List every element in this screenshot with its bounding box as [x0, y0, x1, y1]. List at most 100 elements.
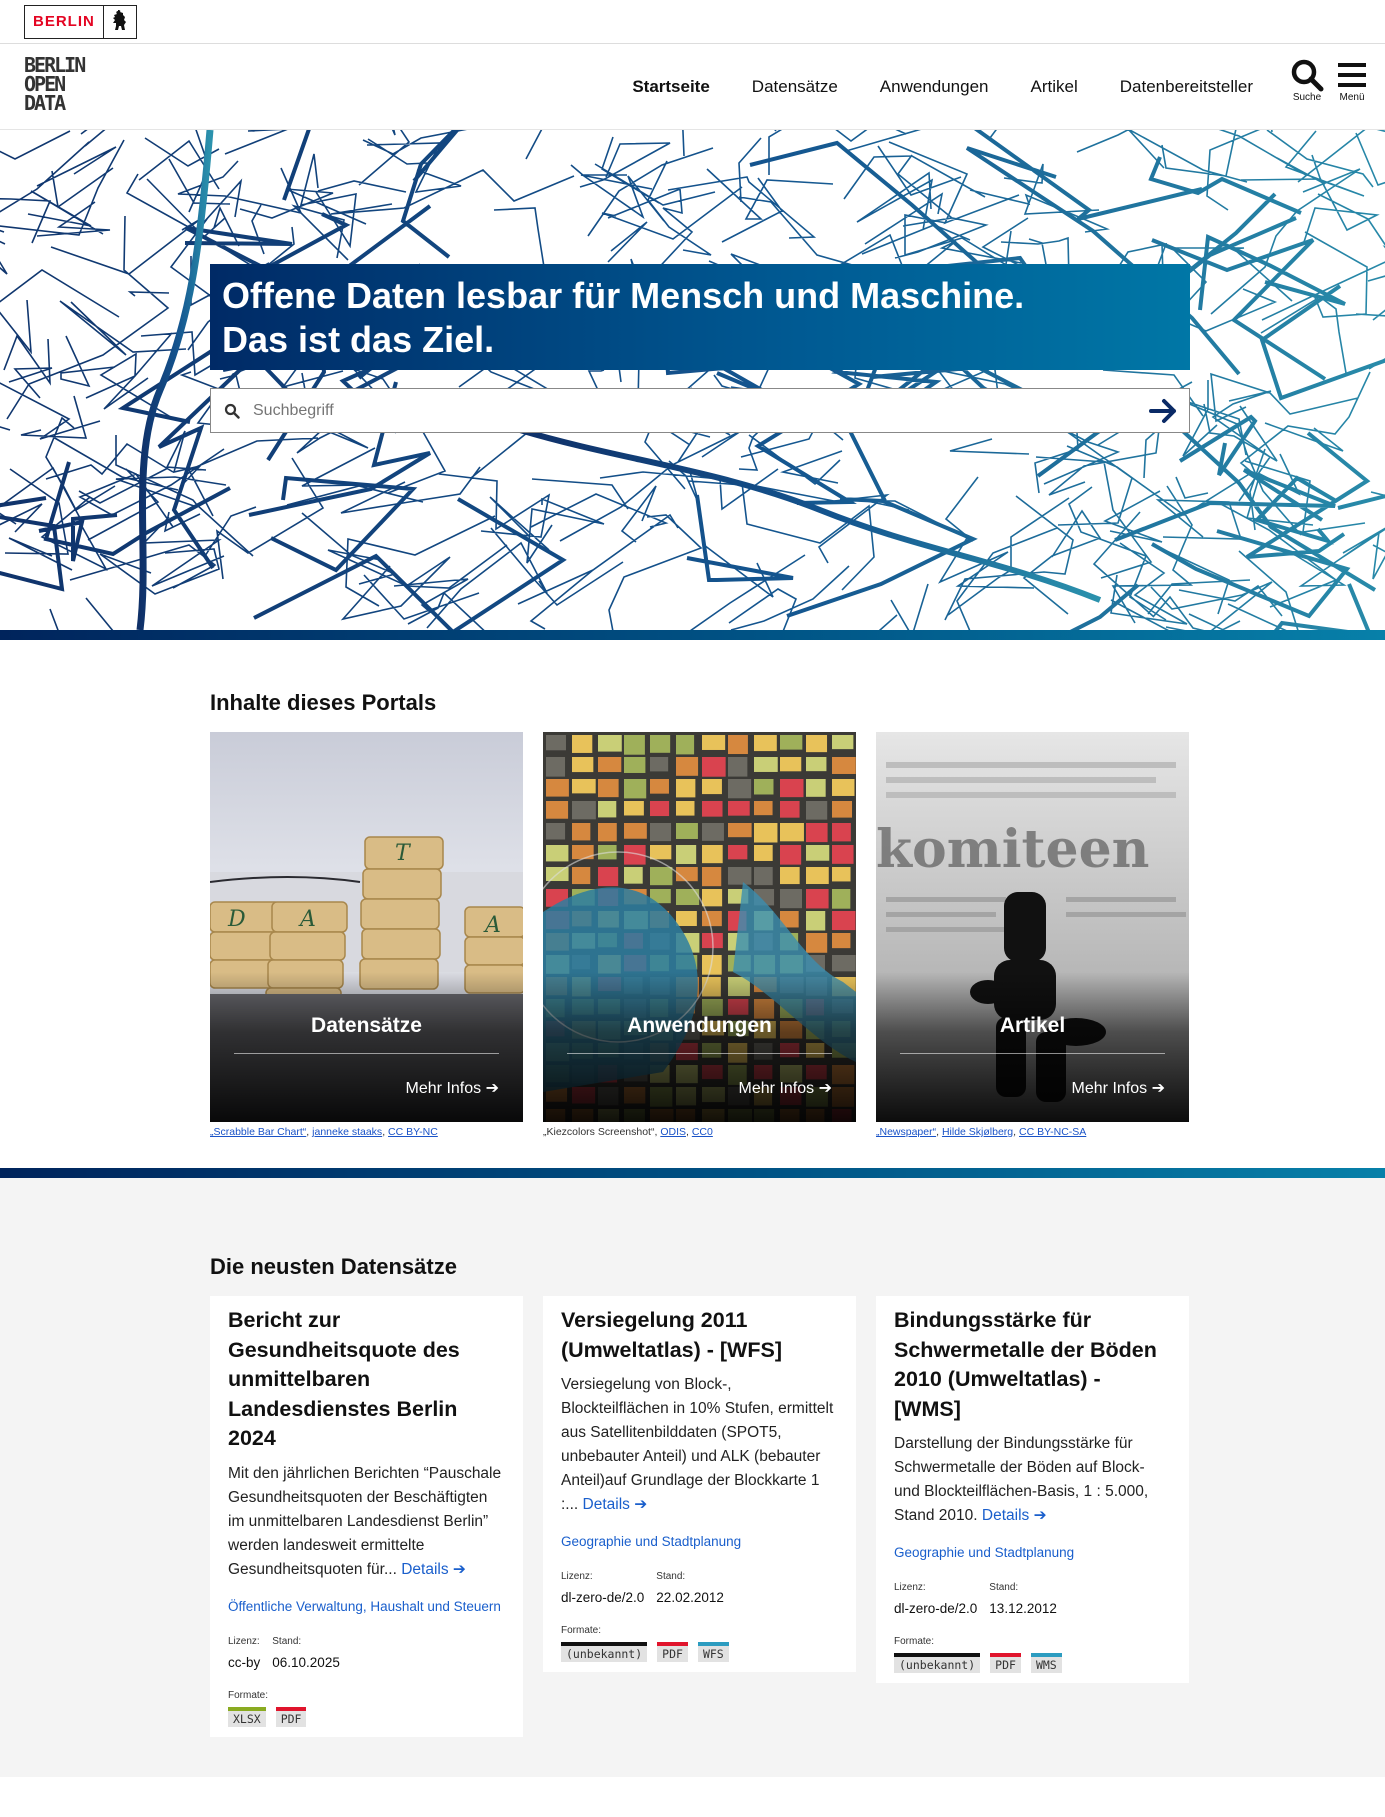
tile-more-link[interactable]: Mehr Infos ➔: [1072, 1078, 1165, 1098]
license-label: Lizenz:: [228, 1635, 260, 1647]
svg-text:T: T: [395, 841, 412, 866]
hero-title: Offene Daten lesbar für Mensch und Masch…: [210, 264, 1190, 370]
license-label: Lizenz:: [894, 1582, 926, 1593]
tile-more-link[interactable]: Mehr Infos ➔: [406, 1078, 499, 1098]
dataset-card: Bindungsstärke für Schwermetalle der Böd…: [876, 1296, 1189, 1683]
format-badge[interactable]: PDF: [990, 1653, 1021, 1673]
arrow-right-icon: [1149, 398, 1176, 423]
berlin-logo-text: BERLIN: [25, 5, 104, 38]
latest-heading: Die neusten Datensätze: [210, 1254, 457, 1279]
dataset-card: Bericht zur Gesundheitsquote des unmitte…: [210, 1296, 523, 1737]
search-icon: [211, 403, 253, 419]
site-header: BERLIN OPEN DATA Startseite Datensätze A…: [0, 44, 1385, 130]
date-value: 22.02.2012: [656, 1590, 724, 1605]
format-badge[interactable]: PDF: [657, 1642, 688, 1662]
credit-license-link[interactable]: CC BY-NC-SA: [1019, 1126, 1086, 1138]
credit-license-link[interactable]: CC0: [692, 1126, 713, 1138]
top-bar: BERLIN: [0, 0, 1385, 44]
format-badge[interactable]: (unbekannt): [561, 1642, 648, 1662]
dataset-category-link[interactable]: Öffentliche Verwaltung, Haushalt und Ste…: [228, 1596, 505, 1618]
hero-title-line-1: Offene Daten lesbar für Mensch und Masch…: [222, 275, 1025, 316]
nav-datenbereitsteller[interactable]: Datenbereitsteller: [1120, 77, 1253, 97]
tile-credit: „Scrabble Bar Chart“, janneke staaks, CC…: [210, 1126, 438, 1138]
divider-bar: [0, 630, 1385, 640]
credit-license-link[interactable]: CC BY-NC: [388, 1126, 438, 1138]
license-value: dl-zero-de/2.0: [561, 1590, 645, 1605]
latest-datasets-section: Die neusten Datensätze Bericht zur Gesun…: [0, 1178, 1385, 1777]
arrow-right-icon: ➔: [1033, 1507, 1047, 1524]
main-nav: Startseite Datensätze Anwendungen Artike…: [632, 44, 1253, 130]
formats-label: Formate:: [228, 1689, 269, 1701]
search-icon: [1291, 59, 1324, 92]
tile-datensaetze[interactable]: D A T A Datensätze Mehr Infos ➔: [210, 732, 523, 1122]
details-link[interactable]: Details ➔: [583, 1496, 648, 1513]
dataset-title-link[interactable]: Bericht zur Gesundheitsquote des unmitte…: [228, 1306, 505, 1454]
credit-title-link[interactable]: „Newspaper“: [876, 1126, 936, 1138]
tile-credit: „Newspaper“, Hilde Skjølberg, CC BY-NC-S…: [876, 1126, 1087, 1138]
details-link[interactable]: Details ➔: [982, 1507, 1047, 1524]
format-badge[interactable]: PDF: [275, 1706, 307, 1727]
format-badge[interactable]: WMS: [1030, 1653, 1062, 1673]
format-badge[interactable]: WFS: [697, 1642, 729, 1662]
svg-text:D: D: [227, 907, 246, 932]
arrow-right-icon: ➔: [485, 1080, 499, 1097]
formats-label: Formate:: [894, 1636, 935, 1647]
berlin-open-data-logo[interactable]: BERLIN OPEN DATA: [24, 55, 88, 115]
date-label: Stand:: [989, 1582, 1019, 1593]
arrow-right-icon: ➔: [452, 1560, 466, 1578]
license-label: Lizenz:: [561, 1571, 593, 1582]
portal-heading: Inhalte dieses Portals: [210, 690, 437, 715]
formats-list: XLSX PDF: [228, 1706, 505, 1727]
details-link[interactable]: Details ➔: [401, 1561, 466, 1578]
logo-line-3: DATA: [24, 91, 66, 115]
license-value: dl-zero-de/2.0: [894, 1601, 978, 1616]
dataset-title-link[interactable]: Versiegelung 2011 (Umweltatlas) - [WFS]: [561, 1306, 838, 1365]
arrow-right-icon: ➔: [818, 1080, 832, 1097]
date-label: Stand:: [656, 1571, 686, 1582]
tile-title: Anwendungen: [627, 1014, 772, 1037]
format-badge[interactable]: (unbekannt): [894, 1653, 981, 1673]
portal-section: Inhalte dieses Portals D A T A Datensätze M…: [0, 640, 1385, 1168]
hamburger-icon: [1338, 63, 1366, 87]
tile-title: Artikel: [999, 1014, 1066, 1037]
credit-author-link[interactable]: Hilde Skjølberg: [942, 1126, 1013, 1138]
svg-text:A: A: [298, 907, 316, 932]
dataset-card: Versiegelung 2011 (Umweltatlas) - [WFS] …: [543, 1296, 856, 1672]
tile-credit: „Kiezcolors Screenshot“, ODIS, CC0: [543, 1126, 713, 1138]
license-value: cc-by: [228, 1654, 261, 1670]
menu-toggle[interactable]: Menü: [1337, 58, 1367, 103]
dataset-description: Darstellung der Bindungsstärke für Schwe…: [894, 1432, 1171, 1528]
credit-title-link[interactable]: „Scrabble Bar Chart“: [210, 1126, 306, 1138]
search-submit-button[interactable]: [1139, 389, 1189, 432]
berlin-logo[interactable]: BERLIN: [24, 4, 137, 39]
dataset-category-link[interactable]: Geographie und Stadtplanung: [894, 1542, 1171, 1564]
formats-label: Formate:: [561, 1625, 602, 1636]
svg-text:A: A: [483, 913, 501, 938]
dataset-description: Versiegelung von Block-, Blockteilfläche…: [561, 1373, 838, 1517]
hero: Offene Daten lesbar für Mensch und Masch…: [0, 130, 1385, 630]
date-value: 06.10.2025: [272, 1654, 340, 1670]
tile-more-link[interactable]: Mehr Infos ➔: [739, 1078, 832, 1098]
dataset-title-link[interactable]: Bindungsstärke für Schwermetalle der Böd…: [894, 1306, 1171, 1424]
menu-toggle-label: Menü: [1339, 92, 1365, 103]
hero-title-line-2: Das ist das Ziel.: [222, 319, 495, 360]
nav-anwendungen[interactable]: Anwendungen: [880, 77, 989, 97]
credit-author-link[interactable]: janneke staaks: [312, 1126, 382, 1138]
city-map-background: [0, 130, 1385, 630]
nav-artikel[interactable]: Artikel: [1031, 77, 1078, 97]
credit-author-link[interactable]: ODIS: [660, 1126, 686, 1138]
tile-title: Datensätze: [311, 1014, 422, 1037]
divider-bar: [0, 1168, 1385, 1178]
formats-list: (unbekannt) PDF WFS: [561, 1642, 838, 1662]
search-toggle-label: Suche: [1292, 92, 1322, 103]
arrow-right-icon: ➔: [1151, 1080, 1165, 1097]
nav-datensaetze[interactable]: Datensätze: [752, 77, 838, 97]
search-toggle[interactable]: Suche: [1290, 58, 1324, 103]
tile-artikel[interactable]: komiteen Artikel Mehr Infos ➔: [876, 732, 1189, 1122]
search-input[interactable]: [253, 401, 1139, 420]
dataset-category-link[interactable]: Geographie und Stadtplanung: [561, 1531, 838, 1553]
svg-text:komiteen: komiteen: [876, 819, 1149, 880]
nav-startseite[interactable]: Startseite: [632, 77, 709, 97]
format-badge[interactable]: XLSX: [228, 1706, 266, 1727]
tile-anwendungen[interactable]: Anwendungen Mehr Infos ➔: [543, 732, 856, 1122]
